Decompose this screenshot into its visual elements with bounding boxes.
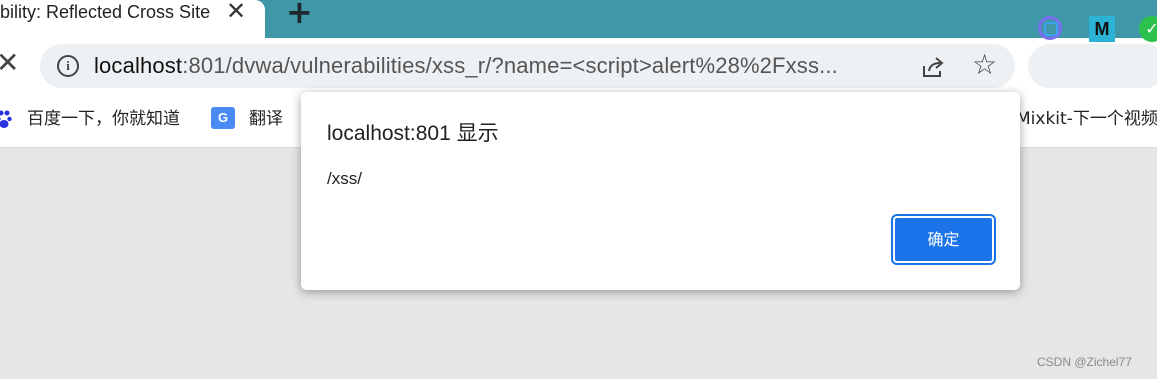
baidu-paw-icon	[0, 110, 12, 128]
toolbar: ✕ i localhost:801/dvwa/vulnerabilities/x…	[0, 38, 1157, 93]
tab-strip: bility: Reflected Cross Site ✕ +	[0, 0, 1157, 38]
stop-icon[interactable]: ✕	[0, 48, 19, 78]
alert-dialog: localhost:801 显示 /xss/ 确定	[301, 92, 1020, 290]
url-path: :801/dvwa/vulnerabilities/xss_r/?name=<s…	[182, 53, 838, 78]
watermark: CSDN @Zichel77	[1037, 355, 1132, 369]
url-text[interactable]: localhost:801/dvwa/vulnerabilities/xss_r…	[94, 52, 838, 80]
bookmark-mixkit[interactable]: Mixkit-下一个视频	[1016, 107, 1157, 131]
active-tab[interactable]: bility: Reflected Cross Site ✕	[0, 0, 265, 38]
ext-m-icon[interactable]: M	[1089, 16, 1115, 42]
bookmark-translate[interactable]: 翻译	[249, 107, 283, 131]
extensions-bar	[1028, 44, 1157, 88]
ext-ring-icon[interactable]	[1038, 16, 1062, 40]
dialog-message: /xss/	[327, 169, 362, 188]
tab-close-icon[interactable]: ✕	[226, 0, 246, 23]
ok-button[interactable]: 确定	[891, 214, 996, 265]
share-icon[interactable]	[920, 54, 946, 80]
site-info-icon[interactable]: i	[57, 55, 79, 77]
url-host: localhost	[94, 53, 183, 78]
address-bar[interactable]: i localhost:801/dvwa/vulnerabilities/xss…	[40, 44, 1015, 88]
google-translate-icon: G	[211, 107, 235, 129]
tab-title: bility: Reflected Cross Site	[0, 2, 211, 22]
bookmark-star-icon[interactable]: ☆	[972, 48, 997, 82]
dialog-title: localhost:801 显示	[327, 122, 499, 145]
bookmark-baidu[interactable]: 百度一下，你就知道	[27, 107, 180, 131]
new-tab-button[interactable]: +	[286, 0, 313, 28]
